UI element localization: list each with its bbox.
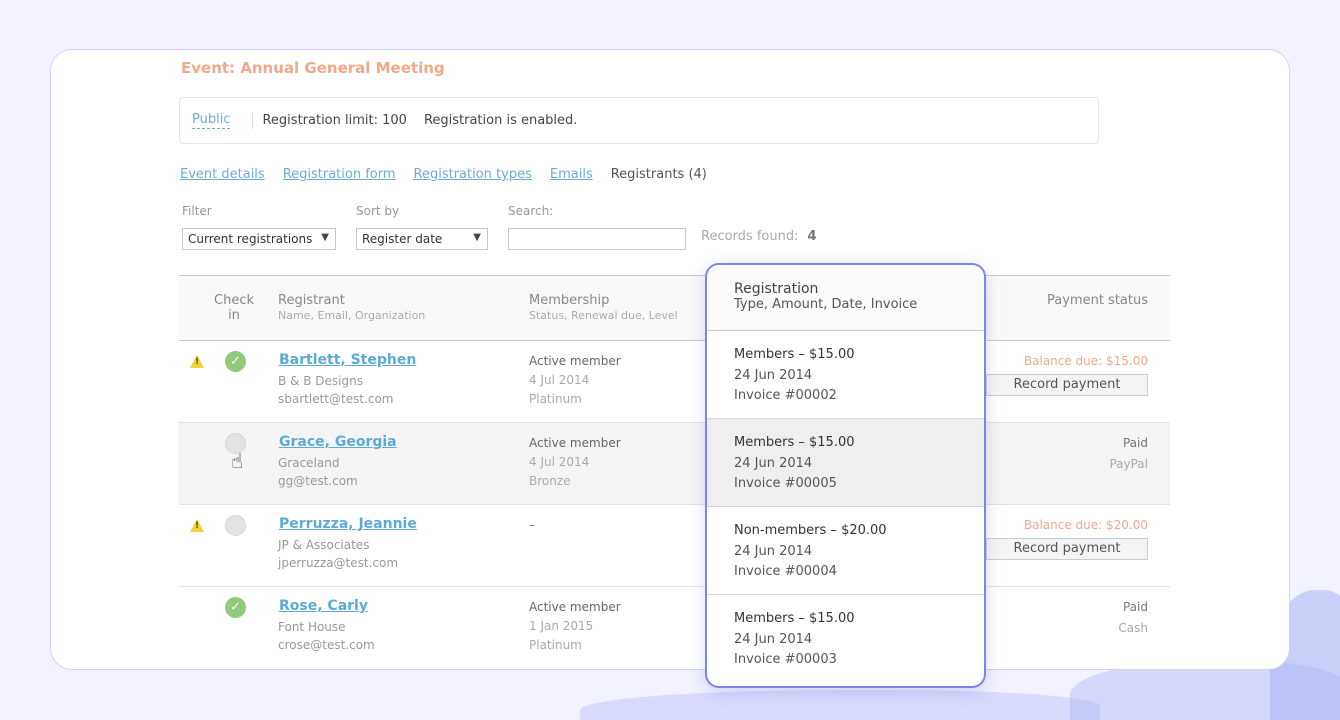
registrant-email: jperruzza@test.com xyxy=(278,556,399,570)
table-row[interactable]: ✓ Rose, Carly Font House crose@test.com … xyxy=(179,587,1170,669)
popup-title: Registration xyxy=(734,281,819,297)
membership-status: Active member xyxy=(529,354,621,368)
search-label: Search: xyxy=(508,204,554,218)
sort-select-value: Register date xyxy=(362,232,443,246)
table-header: Check in Registrant Name, Email, Organiz… xyxy=(179,276,1170,341)
records-found-count: 4 xyxy=(807,229,817,244)
membership-status: Active member xyxy=(529,600,621,614)
registration-item[interactable]: Members – $15.00 24 Jun 2014 Invoice #00… xyxy=(707,331,984,419)
registrant-org: Font House xyxy=(278,620,346,634)
renewal-due: 4 Jul 2014 xyxy=(529,455,590,469)
membership-level: Platinum xyxy=(529,638,582,652)
registrant-email: crose@test.com xyxy=(278,638,375,652)
membership-header-sub: Status, Renewal due, Level xyxy=(529,309,678,322)
divider xyxy=(252,112,254,129)
registrant-name-link[interactable]: Perruzza, Jeannie xyxy=(279,516,417,532)
records-found-label: Records found: xyxy=(701,229,799,244)
table-row[interactable]: ✓ Bartlett, Stephen B & B Designs sbartl… xyxy=(179,341,1170,423)
membership-level: Platinum xyxy=(529,392,582,406)
registrant-name-link[interactable]: Rose, Carly xyxy=(279,598,368,614)
renewal-due: 1 Jan 2015 xyxy=(529,619,594,633)
tab-emails[interactable]: Emails xyxy=(550,167,593,182)
registrants-panel: Event: Annual General Meeting Public Reg… xyxy=(50,49,1290,670)
registrant-header-label: Registrant xyxy=(278,293,345,308)
record-payment-button[interactable]: Record payment xyxy=(986,538,1148,560)
registration-date: 24 Jun 2014 xyxy=(734,455,813,471)
registration-type-amount: Non-members – $20.00 xyxy=(734,523,887,538)
registrant-name-link[interactable]: Grace, Georgia xyxy=(279,434,397,450)
registration-popup: Registration Type, Amount, Date, Invoice… xyxy=(705,263,986,688)
event-title: Event: Annual General Meeting xyxy=(181,59,445,77)
registration-type-amount: Members – $15.00 xyxy=(734,435,855,450)
payment-method: Cash xyxy=(1118,621,1148,635)
decorative-brush xyxy=(580,690,1100,720)
event-info-box: Public Registration limit: 100 Registrat… xyxy=(179,97,1099,144)
warning-icon xyxy=(190,355,204,368)
registrant-name-link[interactable]: Bartlett, Stephen xyxy=(279,352,416,368)
filter-select[interactable]: Current registrations ▼ xyxy=(182,228,336,250)
popup-subtitle: Type, Amount, Date, Invoice xyxy=(734,297,918,312)
check-circle-icon[interactable] xyxy=(225,515,246,536)
table-row[interactable]: ☝ Grace, Georgia Graceland gg@test.com A… xyxy=(179,423,1170,505)
sort-label: Sort by xyxy=(356,204,400,218)
table-row[interactable]: Perruzza, Jeannie JP & Associates jperru… xyxy=(179,505,1170,587)
tab-registration-form[interactable]: Registration form xyxy=(283,167,396,182)
payment-status: Balance due: $15.00 xyxy=(1023,354,1148,368)
membership-status: Active member xyxy=(529,436,621,450)
event-tabs: Event details Registration form Registra… xyxy=(180,167,707,182)
payment-method: PayPal xyxy=(1109,457,1148,471)
search-input[interactable] xyxy=(508,228,686,250)
renewal-due: 4 Jul 2014 xyxy=(529,373,590,387)
registrant-org: B & B Designs xyxy=(278,374,363,388)
registration-date: 24 Jun 2014 xyxy=(734,631,813,647)
registration-type-amount: Members – $15.00 xyxy=(734,611,855,626)
registration-item[interactable]: Members – $15.00 24 Jun 2014 Invoice #00… xyxy=(707,419,984,507)
dropdown-arrow-icon: ▼ xyxy=(321,232,329,243)
registration-date: 24 Jun 2014 xyxy=(734,367,813,383)
registration-item[interactable]: Non-members – $20.00 24 Jun 2014 Invoice… xyxy=(707,507,984,595)
registration-invoice: Invoice #00005 xyxy=(734,476,837,491)
records-found: Records found: 4 xyxy=(701,229,817,244)
registrant-org: JP & Associates xyxy=(278,538,370,552)
dropdown-arrow-icon: ▼ xyxy=(473,232,481,243)
tab-registration-types[interactable]: Registration types xyxy=(414,167,532,182)
registrant-header: Registrant Name, Email, Organization xyxy=(278,293,425,322)
filter-select-value: Current registrations xyxy=(188,232,313,246)
payment-status: Paid xyxy=(1122,436,1148,450)
sort-select[interactable]: Register date ▼ xyxy=(356,228,488,250)
registration-invoice: Invoice #00004 xyxy=(734,564,837,579)
payment-header: Payment status xyxy=(1047,293,1148,308)
registrants-table: Check in Registrant Name, Email, Organiz… xyxy=(179,275,1170,669)
payment-status: Balance due: $20.00 xyxy=(1023,518,1148,532)
check-circle-icon[interactable]: ✓ xyxy=(225,597,246,618)
tab-event-details[interactable]: Event details xyxy=(180,167,265,182)
registrant-header-sub: Name, Email, Organization xyxy=(278,309,426,322)
membership-header-label: Membership xyxy=(529,293,610,308)
registration-status: Registration is enabled. xyxy=(423,113,578,128)
registration-invoice: Invoice #00002 xyxy=(734,388,837,403)
payment-status: Paid xyxy=(1122,600,1148,614)
hand-cursor-icon: ☝ xyxy=(231,449,244,473)
membership-status: – xyxy=(529,518,535,532)
registration-invoice: Invoice #00003 xyxy=(734,652,837,667)
registration-type-amount: Members – $15.00 xyxy=(734,347,855,362)
registrant-email: sbartlett@test.com xyxy=(278,392,394,406)
checkin-header: Check in xyxy=(214,293,254,323)
registration-date: 24 Jun 2014 xyxy=(734,543,813,559)
tab-registrants[interactable]: Registrants (4) xyxy=(611,167,707,182)
visibility-link[interactable]: Public xyxy=(192,112,231,129)
filter-label: Filter xyxy=(182,204,212,218)
registration-item[interactable]: Members – $15.00 24 Jun 2014 Invoice #00… xyxy=(707,595,984,683)
registrant-org: Graceland xyxy=(278,456,340,470)
record-payment-button[interactable]: Record payment xyxy=(986,374,1148,396)
check-circle-icon[interactable]: ✓ xyxy=(225,351,246,372)
registrant-email: gg@test.com xyxy=(278,474,358,488)
registration-limit: Registration limit: 100 xyxy=(262,113,407,128)
membership-level: Bronze xyxy=(529,474,571,488)
registration-popup-header: Registration Type, Amount, Date, Invoice xyxy=(707,265,984,331)
membership-header: Membership Status, Renewal due, Level xyxy=(529,293,678,322)
warning-icon xyxy=(190,519,204,532)
